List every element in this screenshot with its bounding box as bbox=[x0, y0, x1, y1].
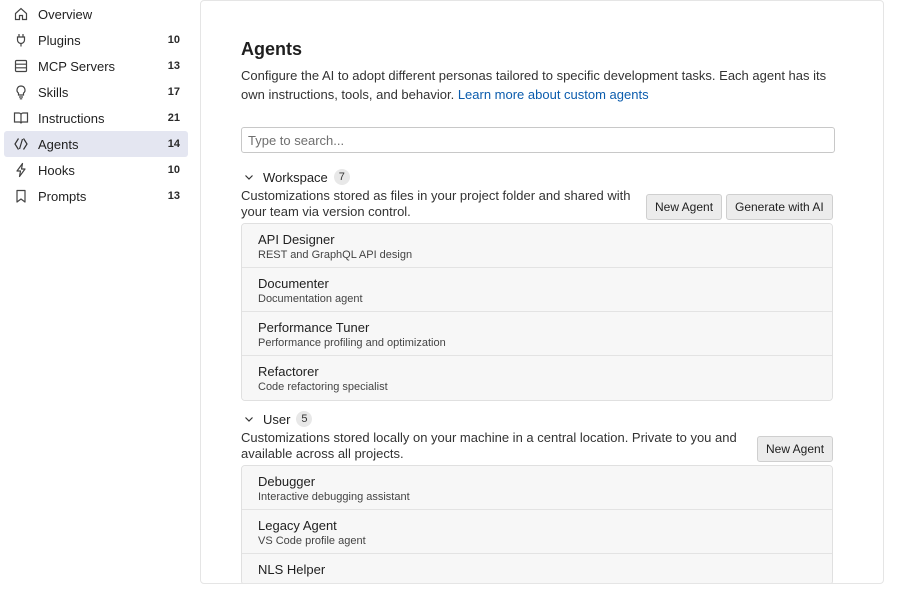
agent-name: Performance Tuner bbox=[258, 320, 370, 335]
agent-icon bbox=[13, 136, 29, 152]
list-item[interactable]: Documenter Documentation agent bbox=[242, 268, 832, 312]
agent-description: Performance profiling and optimization bbox=[258, 337, 446, 349]
sidebar: Overview Plugins 10 MCP Servers 13 Skill… bbox=[0, 0, 192, 600]
search-input[interactable] bbox=[241, 127, 835, 153]
sidebar-item-overview[interactable]: Overview bbox=[4, 1, 188, 27]
agent-description: VS Code profile agent bbox=[258, 535, 366, 547]
sidebar-item-count: 13 bbox=[167, 60, 180, 72]
sidebar-item-count: 10 bbox=[167, 164, 180, 176]
agent-name: API Designer bbox=[258, 232, 335, 247]
plug-icon bbox=[13, 32, 29, 48]
sidebar-item-count: 21 bbox=[167, 112, 180, 124]
sidebar-item-label: Hooks bbox=[38, 162, 75, 178]
bookmark-icon bbox=[13, 188, 29, 204]
agent-name: Debugger bbox=[258, 474, 316, 489]
sidebar-item-count: 14 bbox=[167, 138, 180, 150]
user-section-description: Customizations stored locally on your ma… bbox=[241, 430, 737, 461]
workspace-agent-list: API Designer REST and GraphQL API design… bbox=[241, 223, 833, 401]
workspace-section-header[interactable]: Workspace 7 bbox=[241, 168, 350, 186]
agents-panel: Agents Configure the AI to adopt differe… bbox=[200, 0, 884, 584]
sidebar-item-skills[interactable]: Skills 17 bbox=[4, 79, 188, 105]
section-title: User bbox=[263, 411, 291, 427]
sidebar-item-label: Overview bbox=[38, 6, 93, 22]
agent-description: Code refactoring specialist bbox=[258, 381, 388, 393]
list-item[interactable]: API Designer REST and GraphQL API design bbox=[242, 224, 832, 268]
sidebar-item-label: Skills bbox=[38, 84, 69, 100]
lightning-icon bbox=[13, 162, 29, 178]
agent-name: NLS Helper bbox=[258, 562, 326, 577]
sidebar-item-hooks[interactable]: Hooks 10 bbox=[4, 157, 188, 183]
sidebar-item-label: MCP Servers bbox=[38, 58, 116, 74]
book-icon bbox=[13, 110, 29, 126]
sidebar-item-plugins[interactable]: Plugins 10 bbox=[4, 27, 188, 53]
user-agent-list: Debugger Interactive debugging assistant… bbox=[241, 465, 833, 583]
agent-name: Legacy Agent bbox=[258, 518, 337, 533]
new-agent-button[interactable]: New Agent bbox=[757, 436, 834, 462]
list-item[interactable]: Refactorer Code refactoring specialist bbox=[242, 356, 832, 400]
list-item[interactable]: Performance Tuner Performance profiling … bbox=[242, 312, 832, 356]
list-item[interactable]: NLS Helper bbox=[242, 554, 832, 583]
sidebar-item-count: 17 bbox=[167, 86, 180, 98]
sidebar-item-count: 10 bbox=[167, 34, 180, 46]
sidebar-item-agents[interactable]: Agents 14 bbox=[4, 131, 188, 157]
chevron-down-icon[interactable] bbox=[241, 169, 257, 185]
agent-name: Refactorer bbox=[258, 364, 319, 379]
agent-description: REST and GraphQL API design bbox=[258, 249, 413, 261]
home-icon bbox=[13, 6, 29, 22]
page-description: Configure the AI to adopt different pers… bbox=[241, 66, 841, 104]
sidebar-item-label: Instructions bbox=[38, 110, 105, 126]
customizations-view: Overview Plugins 10 MCP Servers 13 Skill… bbox=[0, 0, 900, 600]
section-title: Workspace bbox=[263, 169, 328, 185]
new-agent-button[interactable]: New Agent bbox=[646, 194, 723, 220]
learn-more-link[interactable]: Learn more about custom agents bbox=[458, 87, 649, 102]
workspace-section-description: Customizations stored as files in your p… bbox=[241, 188, 631, 219]
agent-description: Documentation agent bbox=[258, 293, 363, 305]
agent-description: Interactive debugging assistant bbox=[258, 491, 410, 503]
sidebar-item-label: Prompts bbox=[38, 188, 87, 204]
user-section-header[interactable]: User 5 bbox=[241, 410, 313, 428]
page-title: Agents bbox=[241, 39, 303, 59]
sidebar-item-label: Plugins bbox=[38, 32, 81, 48]
server-icon bbox=[13, 58, 29, 74]
sidebar-item-label: Agents bbox=[38, 136, 79, 152]
list-item[interactable]: Debugger Interactive debugging assistant bbox=[242, 466, 832, 510]
section-count-badge: 5 bbox=[296, 411, 313, 427]
sidebar-item-instructions[interactable]: Instructions 21 bbox=[4, 105, 188, 131]
generate-with-ai-button[interactable]: Generate with AI bbox=[726, 194, 833, 220]
sidebar-item-count: 13 bbox=[167, 190, 180, 202]
agent-name: Documenter bbox=[258, 276, 329, 291]
lightbulb-icon bbox=[13, 84, 29, 100]
list-item[interactable]: Legacy Agent VS Code profile agent bbox=[242, 510, 832, 554]
sidebar-item-mcp-servers[interactable]: MCP Servers 13 bbox=[4, 53, 188, 79]
chevron-down-icon[interactable] bbox=[241, 411, 257, 427]
section-count-badge: 7 bbox=[333, 169, 350, 185]
sidebar-item-prompts[interactable]: Prompts 13 bbox=[4, 183, 188, 209]
